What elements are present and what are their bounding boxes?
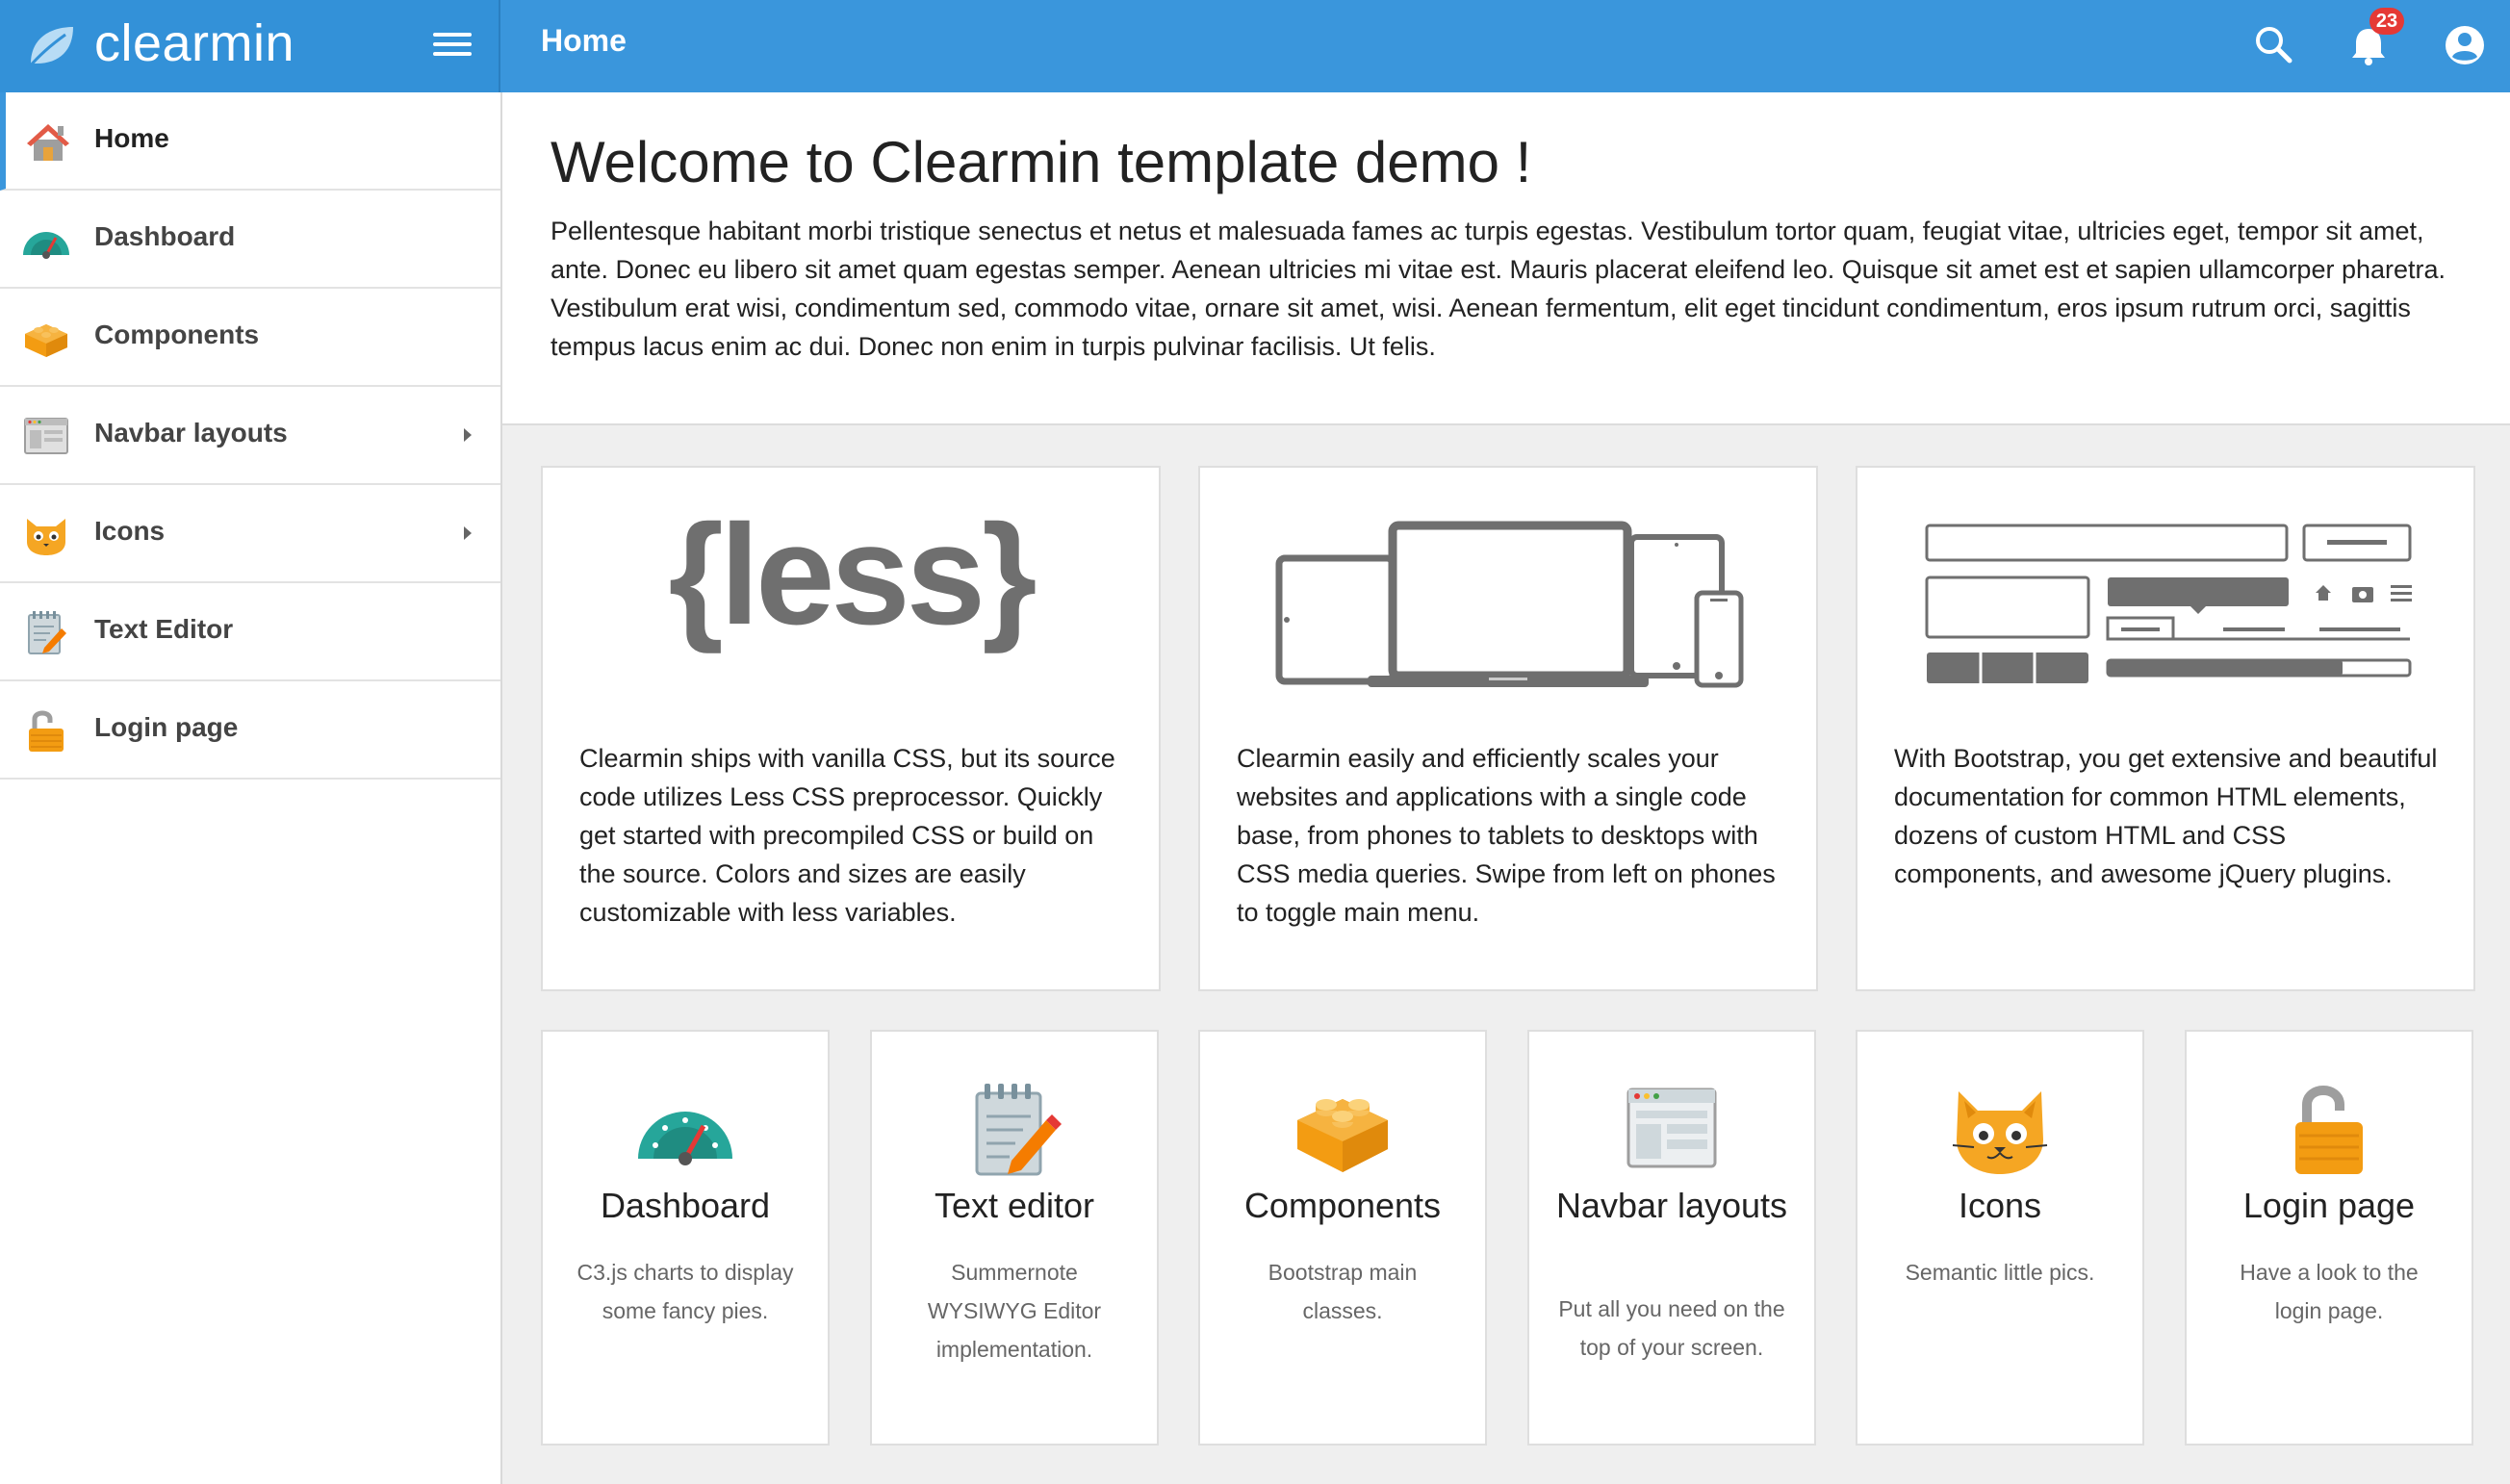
tile-dashboard[interactable]: Dashboard C3.js charts to display some f… bbox=[541, 1030, 830, 1446]
search-icon[interactable] bbox=[2250, 21, 2298, 69]
sidebar-item-components[interactable]: Components bbox=[0, 289, 500, 387]
tile-icons[interactable]: Icons Semantic little pics. bbox=[1856, 1030, 2144, 1446]
notepad-pencil-icon bbox=[28, 611, 66, 654]
lego-brick-icon bbox=[25, 324, 67, 357]
sidebar-item-label: Text Editor bbox=[94, 614, 234, 644]
open-padlock-icon bbox=[2295, 1086, 2363, 1174]
sidebar-item-label: Components bbox=[94, 320, 260, 349]
page-title: Home bbox=[541, 23, 627, 58]
sidebar: Home Dashboard Components Navbar layouts… bbox=[0, 92, 502, 1484]
tile-title: Navbar layouts bbox=[1555, 1186, 1788, 1225]
notepad-pencil-icon bbox=[975, 1084, 1062, 1176]
tile-navbar-layouts[interactable]: Navbar layouts Put all you need on the t… bbox=[1527, 1030, 1816, 1446]
tile-title: Login page bbox=[2242, 1186, 2416, 1225]
sidebar-item-label: Home bbox=[94, 123, 169, 153]
tile-title: Icons bbox=[1958, 1186, 2042, 1225]
feature-card-less: {less} Clearmin ships with vanilla CSS, … bbox=[541, 466, 1161, 991]
feature-card-bootstrap: With Bootstrap, you get extensive and be… bbox=[1856, 466, 2475, 991]
tile-description: Have a look to the login page. bbox=[2240, 1260, 2419, 1323]
speedometer-icon bbox=[23, 232, 69, 259]
sidebar-item-navbar-layouts[interactable]: Navbar layouts bbox=[0, 387, 500, 485]
cat-face-icon bbox=[1952, 1091, 2048, 1174]
user-account-icon[interactable] bbox=[2441, 21, 2489, 69]
tile-title: Components bbox=[1243, 1186, 1442, 1225]
browser-window-icon bbox=[24, 418, 68, 454]
sidebar-item-label: Login page bbox=[94, 712, 239, 742]
less-logo: {less} bbox=[668, 496, 1037, 654]
sidebar-item-login-page[interactable]: Login page bbox=[0, 681, 500, 780]
tile-description: Semantic little pics. bbox=[1905, 1260, 2095, 1285]
tile-description: C3.js charts to display some fancy pies. bbox=[576, 1260, 794, 1323]
caret-right-icon bbox=[464, 428, 472, 442]
feature-text: Clearmin ships with vanilla CSS, but its… bbox=[579, 744, 1115, 927]
tile-description: Summernote WYSIWYG Editor implementation… bbox=[927, 1260, 1102, 1362]
cat-face-icon bbox=[27, 519, 65, 555]
caret-right-icon bbox=[464, 526, 472, 540]
brand-area: clearmin bbox=[0, 0, 500, 92]
sidebar-item-label: Dashboard bbox=[94, 221, 236, 251]
sidebar-item-home[interactable]: Home bbox=[0, 92, 500, 191]
brand-name[interactable]: clearmin bbox=[94, 13, 295, 73]
tile-description: Put all you need on the top of your scre… bbox=[1558, 1296, 1785, 1360]
house-icon bbox=[27, 124, 69, 161]
feature-text: With Bootstrap, you get extensive and be… bbox=[1894, 744, 2438, 888]
menu-toggle-icon[interactable] bbox=[433, 27, 472, 65]
feature-text: Clearmin easily and efficiently scales y… bbox=[1237, 744, 1776, 927]
open-padlock-icon bbox=[29, 710, 64, 752]
sidebar-item-text-editor[interactable]: Text Editor bbox=[0, 583, 500, 681]
sidebar-item-dashboard[interactable]: Dashboard bbox=[0, 191, 500, 289]
notification-badge: 23 bbox=[2369, 8, 2404, 35]
tile-components[interactable]: Components Bootstrap main classes. bbox=[1198, 1030, 1487, 1446]
sidebar-item-icons[interactable]: Icons bbox=[0, 485, 500, 583]
lego-brick-icon bbox=[1297, 1099, 1388, 1172]
tile-title: Dashboard bbox=[600, 1186, 771, 1225]
welcome-title: Welcome to Clearmin template demo ! bbox=[551, 130, 1532, 194]
tile-login-page[interactable]: Login page Have a look to the login page… bbox=[2185, 1030, 2473, 1446]
ui-components-illustration bbox=[1925, 524, 2412, 683]
responsive-devices-illustration bbox=[1275, 521, 1744, 688]
sidebar-item-label: Icons bbox=[94, 516, 166, 546]
tile-description: Bootstrap main classes. bbox=[1268, 1260, 1418, 1323]
welcome-panel: Welcome to Clearmin template demo ! Pell… bbox=[502, 92, 2510, 425]
top-navbar: clearmin Home 23 bbox=[0, 0, 2510, 92]
speedometer-icon bbox=[638, 1112, 732, 1165]
tile-text-editor[interactable]: Text editor Summernote WYSIWYG Editor im… bbox=[870, 1030, 1159, 1446]
feature-card-responsive: Clearmin easily and efficiently scales y… bbox=[1198, 466, 1818, 991]
tile-title: Text editor bbox=[934, 1186, 1095, 1225]
browser-window-icon bbox=[1626, 1087, 1717, 1168]
leaf-logo-icon bbox=[27, 27, 73, 68]
sidebar-item-label: Navbar layouts bbox=[94, 418, 288, 448]
welcome-text: Pellentesque habitant morbi tristique se… bbox=[551, 217, 2446, 361]
